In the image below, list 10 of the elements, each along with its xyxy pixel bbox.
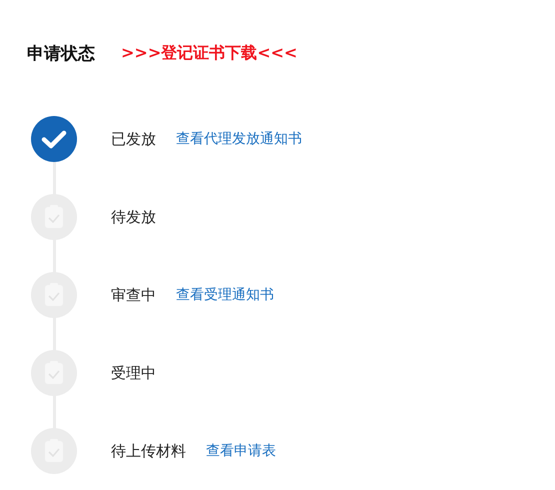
section-title: 申请状态 <box>27 42 95 64</box>
step-label: 受理中 <box>111 364 156 382</box>
document-link[interactable]: 查看受理通知书 <box>176 286 274 304</box>
document-link[interactable]: 查看申请表 <box>206 442 276 460</box>
step-label: 待上传材料 <box>111 442 186 460</box>
step-label: 已发放 <box>111 130 156 148</box>
certificate-download-link[interactable]: >>>登记证书下载<<< <box>121 42 298 64</box>
step-label: 审查中 <box>111 286 156 304</box>
document-link[interactable]: 查看代理发放通知书 <box>176 130 302 148</box>
step-label: 待发放 <box>111 208 156 226</box>
